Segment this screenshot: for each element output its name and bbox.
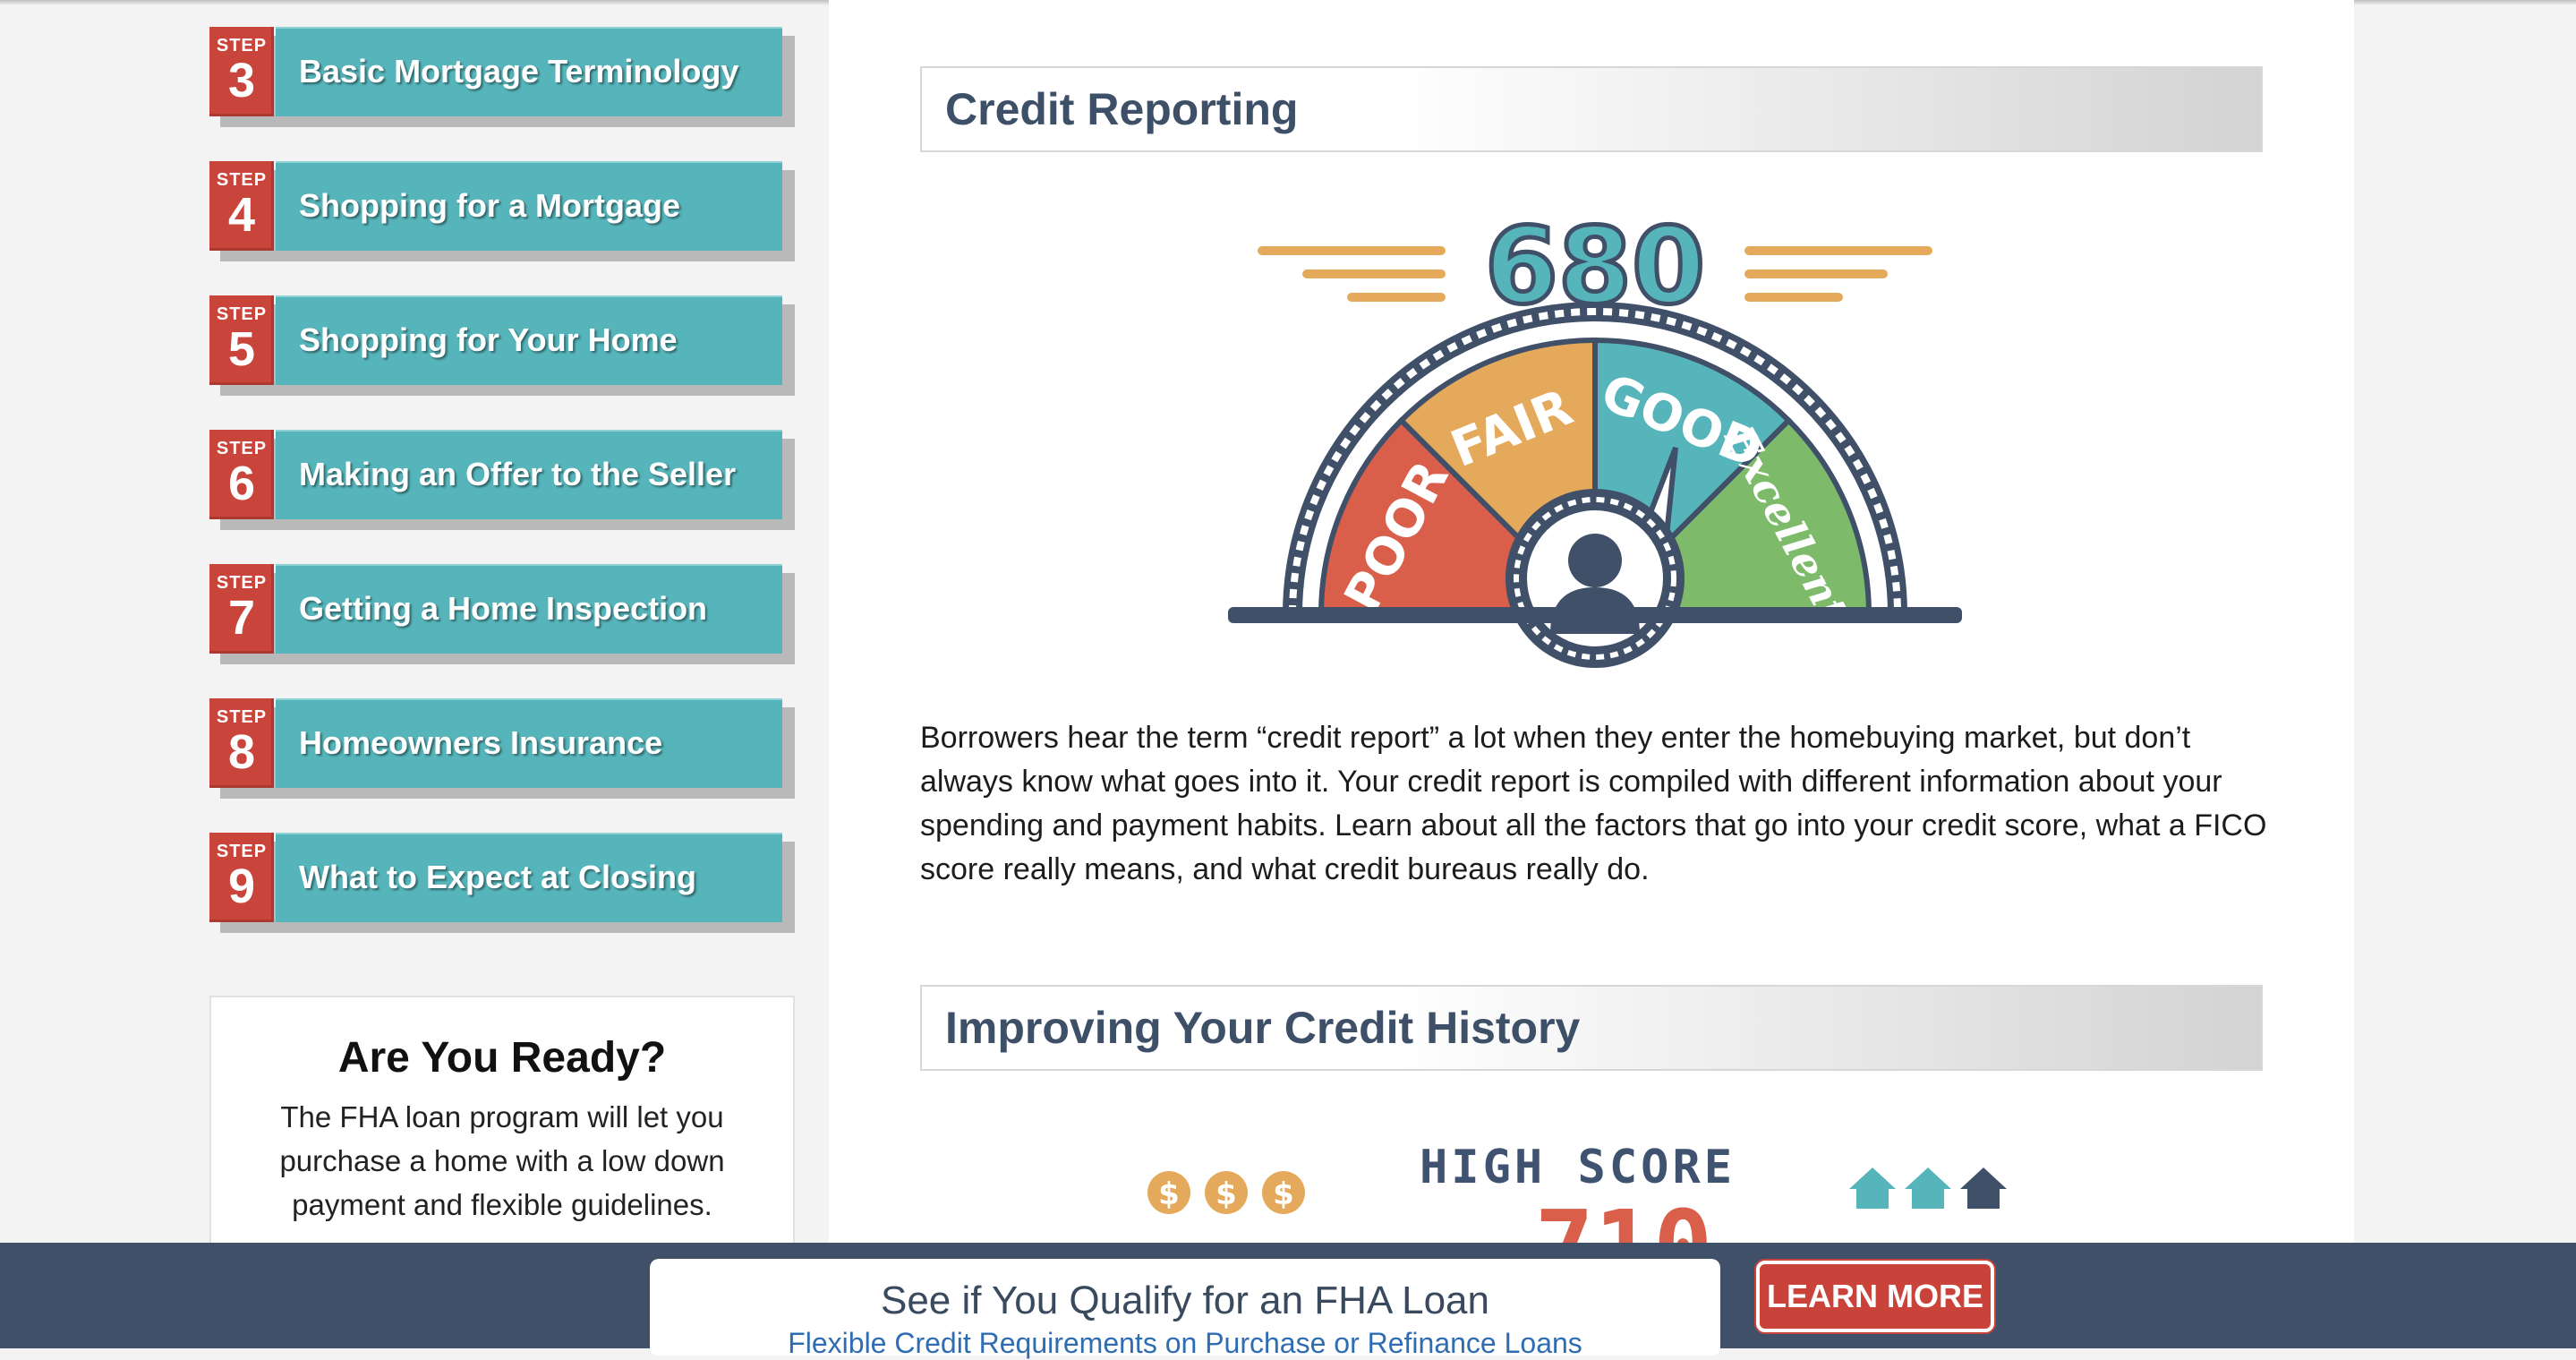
learn-more-button[interactable]: LEARN MORE	[1756, 1261, 1994, 1332]
step-number: 6	[227, 457, 256, 510]
step-number: 5	[227, 322, 256, 376]
step-label: Shopping for a Mortgage	[299, 187, 680, 224]
section-header-credit-reporting: Credit Reporting	[920, 66, 2263, 152]
step-label: What to Expect at Closing	[299, 859, 697, 895]
step-badge: STEP 8	[209, 698, 274, 788]
coin-icons: $ $ $	[1147, 1171, 1305, 1214]
high-score-value: 710	[1535, 1189, 1713, 1243]
step-link-5[interactable]: STEP 5 Shopping for Your Home	[209, 295, 795, 396]
step-link-8[interactable]: STEP 8 Homeowners Insurance	[209, 698, 795, 799]
step-number: 9	[227, 860, 256, 913]
high-score-title: HIGH SCORE	[1420, 1141, 1736, 1194]
section-header-improving-credit: Improving Your Credit History	[920, 985, 2263, 1071]
house-icon	[1960, 1168, 2007, 1209]
step-link-3[interactable]: STEP 3 Basic Mortgage Terminology	[209, 27, 795, 127]
coin-icon: $	[1158, 1176, 1180, 1212]
coin-icon: $	[1215, 1176, 1237, 1212]
house-icon	[1849, 1168, 1896, 1209]
qualify-headline: See if You Qualify for an FHA Loan	[880, 1279, 1489, 1322]
credit-score-gauge-illustration: 680 POOR FAIR GOOD Excellent	[1228, 213, 1962, 668]
step-number: 4	[227, 188, 256, 242]
house-icons	[1849, 1168, 2007, 1209]
ready-title: Are You Ready?	[337, 1034, 667, 1082]
credit-reporting-paragraph: Borrowers hear the term “credit report” …	[920, 721, 2267, 886]
step-badge: STEP 7	[209, 564, 274, 654]
gauge-base	[1228, 607, 1962, 623]
step-number: 7	[227, 591, 256, 645]
step-label: Basic Mortgage Terminology	[299, 53, 739, 90]
step-number: 8	[227, 725, 256, 779]
step-label: Shopping for Your Home	[299, 321, 678, 358]
step-label: Getting a Home Inspection	[299, 590, 708, 627]
section-title: Improving Your Credit History	[945, 1003, 1581, 1053]
coin-icon: $	[1273, 1176, 1294, 1212]
step-badge: STEP 3	[209, 27, 274, 116]
step-badge: STEP 6	[209, 430, 274, 519]
step-label: Homeowners Insurance	[299, 724, 663, 761]
step-link-4[interactable]: STEP 4 Shopping for a Mortgage	[209, 161, 795, 261]
step-badge: STEP 9	[209, 833, 274, 922]
section-title: Credit Reporting	[945, 84, 1299, 134]
qualify-box[interactable]: See if You Qualify for an FHA Loan Flexi…	[650, 1259, 1720, 1359]
step-link-7[interactable]: STEP 7 Getting a Home Inspection	[209, 564, 795, 664]
main-content: Credit Reporting 680 POOR FAIR GOOD Exce…	[829, 0, 2354, 1348]
step-badge: STEP 4	[209, 161, 274, 251]
step-badge: STEP 5	[209, 295, 274, 385]
step-label: Making an Offer to the Seller	[299, 456, 737, 492]
step-link-6[interactable]: STEP 6 Making an Offer to the Seller	[209, 430, 795, 530]
step-link-9[interactable]: STEP 9 What to Expect at Closing	[209, 833, 795, 933]
qualify-subline: Flexible Credit Requirements on Purchase…	[788, 1327, 1582, 1359]
step-number: 3	[227, 54, 256, 107]
bottom-cta-banner: See if You Qualify for an FHA Loan Flexi…	[0, 1243, 2576, 1359]
ready-text: The FHA loan program will let you purcha…	[279, 1100, 725, 1221]
house-icon	[1905, 1168, 1951, 1209]
